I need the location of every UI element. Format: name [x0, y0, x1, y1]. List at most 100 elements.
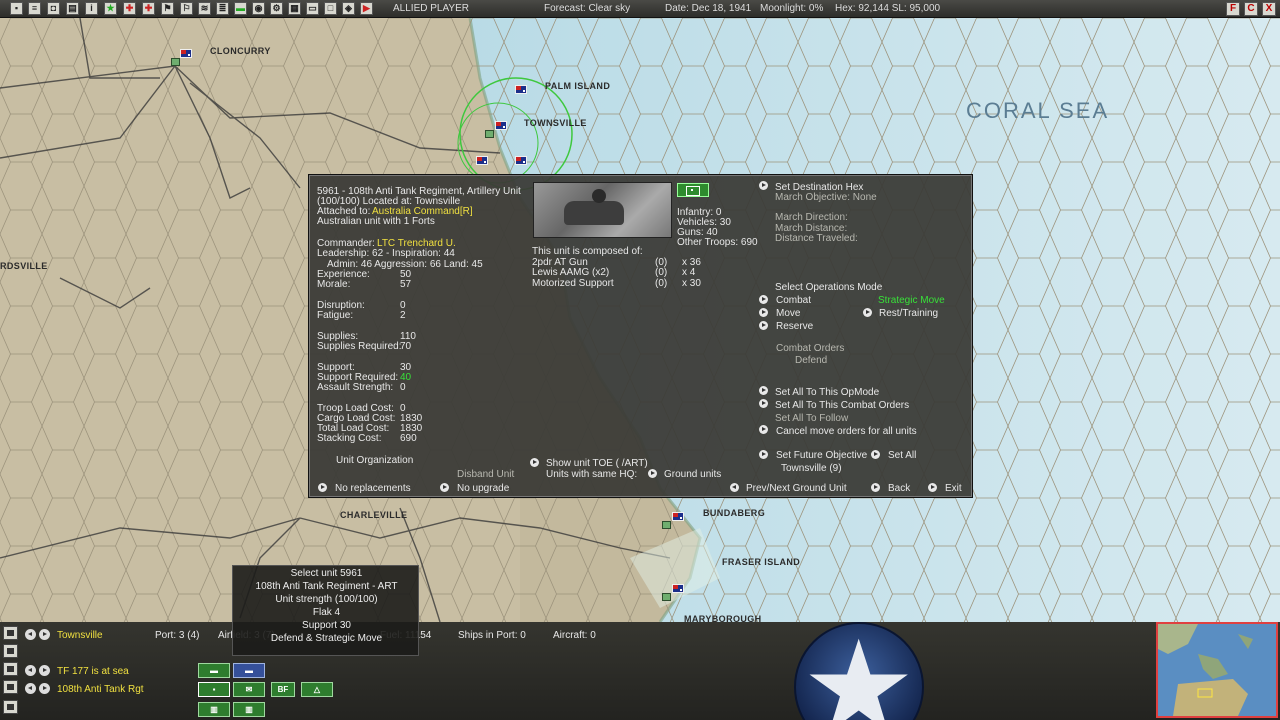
no-upgrade-button[interactable]: No upgrade [457, 483, 509, 494]
australian-unit-flag[interactable] [515, 85, 527, 94]
base-marker[interactable] [485, 130, 494, 138]
toolbar-button[interactable]: ▭ [306, 2, 319, 15]
unit-type-symbol[interactable]: ▪ [198, 682, 230, 697]
play-icon[interactable]: ▶ [360, 2, 373, 15]
exit-button[interactable]: Exit [945, 483, 962, 494]
star-icon[interactable]: ★ [104, 2, 117, 15]
bullet-icon[interactable] [759, 399, 768, 408]
bullet-icon[interactable] [440, 483, 449, 492]
australian-unit-flag[interactable] [672, 512, 684, 521]
toolbar-button[interactable]: □ [324, 2, 337, 15]
ship-icon[interactable]: ▬ [198, 663, 230, 678]
no-replacements-button[interactable]: No replacements [335, 483, 411, 494]
ops-combat-button[interactable]: Combat [776, 295, 811, 306]
back-button[interactable]: Back [888, 483, 910, 494]
australian-unit-flag[interactable] [476, 156, 488, 165]
ops-reserve-button[interactable]: Reserve [776, 321, 813, 332]
ops-strategic-button[interactable]: Strategic Move [878, 295, 945, 306]
globe-icon[interactable]: ◉ [252, 2, 265, 15]
australian-unit-flag[interactable] [515, 156, 527, 165]
next-unit-arrow[interactable] [39, 683, 50, 694]
plane-icon[interactable]: ✚ [142, 2, 155, 15]
bullet-icon[interactable] [759, 386, 768, 395]
plane-icon[interactable] [3, 644, 18, 658]
base-location[interactable]: Townsville [57, 630, 103, 641]
bullet-icon[interactable] [318, 483, 327, 492]
ship-icon[interactable]: ▬ [233, 663, 265, 678]
toolbar-button[interactable]: ▬ [234, 2, 247, 15]
base-marker[interactable] [662, 593, 671, 601]
bullet-icon[interactable] [928, 483, 937, 492]
envelope-icon[interactable]: ✉ [233, 682, 265, 697]
ground-units-button[interactable]: Ground units [664, 469, 721, 480]
close-button[interactable]: X [1262, 2, 1276, 16]
tooltip-line: Defend & Strategic Move [270, 633, 383, 644]
toolbar-button[interactable]: ▦ [288, 2, 301, 15]
device-name[interactable]: Motorized Support [532, 278, 614, 289]
bullet-icon[interactable] [759, 425, 768, 434]
prev-tf-arrow[interactable] [25, 665, 36, 676]
flag-icon[interactable]: ⚑ [161, 2, 174, 15]
unit-organization-button[interactable]: Unit Organization [336, 455, 413, 466]
next-tf-arrow[interactable] [39, 665, 50, 676]
anchor-icon[interactable] [3, 626, 18, 640]
bullet-icon[interactable] [863, 308, 872, 317]
base-marker[interactable] [171, 58, 180, 66]
australian-unit-flag[interactable] [495, 121, 507, 130]
stat-label: Morale: [317, 279, 351, 290]
window-button-f[interactable]: F [1226, 2, 1240, 16]
show-toe-button[interactable]: Show unit TOE ( /ART) [546, 458, 648, 469]
toolbar-button[interactable]: ≋ [198, 2, 211, 15]
toolbar-button[interactable]: ▤ [66, 2, 79, 15]
plane-icon[interactable]: ✚ [123, 2, 136, 15]
task-force-status[interactable]: TF 177 is at sea [57, 666, 129, 677]
set-all-combat-button[interactable]: Set All To This Combat Orders [775, 400, 909, 411]
mountain-icon[interactable]: △ [301, 682, 333, 697]
set-all-follow-button[interactable]: Set All To Follow [775, 413, 848, 424]
minimap[interactable] [1156, 622, 1278, 718]
base-marker[interactable] [662, 521, 671, 529]
bullet-icon[interactable] [759, 321, 768, 330]
bullet-icon[interactable] [759, 295, 768, 304]
device-name[interactable]: Lewis AAMG (x2) [532, 267, 609, 278]
window-button-c[interactable]: C [1244, 2, 1258, 16]
bullet-icon[interactable] [730, 483, 739, 492]
ship-icon[interactable] [3, 662, 18, 676]
set-all-opmode-button[interactable]: Set All To This OpMode [775, 387, 879, 398]
toolbar-button[interactable]: ≣ [216, 2, 229, 15]
toolbar-button[interactable]: ◘ [47, 2, 60, 15]
australian-unit-flag[interactable] [180, 49, 192, 58]
bullet-icon[interactable] [759, 308, 768, 317]
combat-orders-value[interactable]: Defend [795, 355, 827, 366]
selected-ground-unit[interactable]: 108th Anti Tank Rgt [57, 684, 144, 695]
toolbar-button[interactable]: ⚙ [270, 2, 283, 15]
unit-list-icon[interactable]: ▥ [233, 702, 265, 717]
bullet-icon[interactable] [759, 181, 768, 190]
flag-icon[interactable] [3, 680, 18, 694]
toolbar-button[interactable]: ≡ [28, 2, 41, 15]
ops-move-button[interactable]: Move [776, 308, 800, 319]
bullet-icon[interactable] [530, 458, 539, 467]
unit-list-icon[interactable]: ▥ [198, 702, 230, 717]
toolbar-button[interactable]: i [85, 2, 98, 15]
list-icon[interactable] [3, 700, 18, 714]
set-all-button[interactable]: Set All [888, 450, 916, 461]
disband-unit-button[interactable]: Disband Unit [457, 469, 514, 480]
bf-button[interactable]: BF [271, 682, 295, 697]
set-future-objective-button[interactable]: Set Future Objective [776, 450, 867, 461]
toolbar-button[interactable]: ◈ [342, 2, 355, 15]
bullet-icon[interactable] [871, 450, 880, 459]
prev-next-unit-button[interactable]: Prev/Next Ground Unit [746, 483, 847, 494]
bullet-icon[interactable] [871, 483, 880, 492]
australian-unit-flag[interactable] [672, 584, 684, 593]
bullet-icon[interactable] [759, 450, 768, 459]
bullet-icon[interactable] [648, 469, 657, 478]
flag-icon[interactable]: ⚐ [180, 2, 193, 15]
ops-rest-button[interactable]: Rest/Training [879, 308, 938, 319]
cancel-move-button[interactable]: Cancel move orders for all units [776, 426, 917, 437]
prev-unit-arrow[interactable] [25, 683, 36, 694]
next-base-arrow[interactable] [39, 629, 50, 640]
toolbar-button[interactable]: ▪ [10, 2, 23, 15]
forecast-label: Forecast: Clear sky [544, 3, 631, 14]
prev-base-arrow[interactable] [25, 629, 36, 640]
